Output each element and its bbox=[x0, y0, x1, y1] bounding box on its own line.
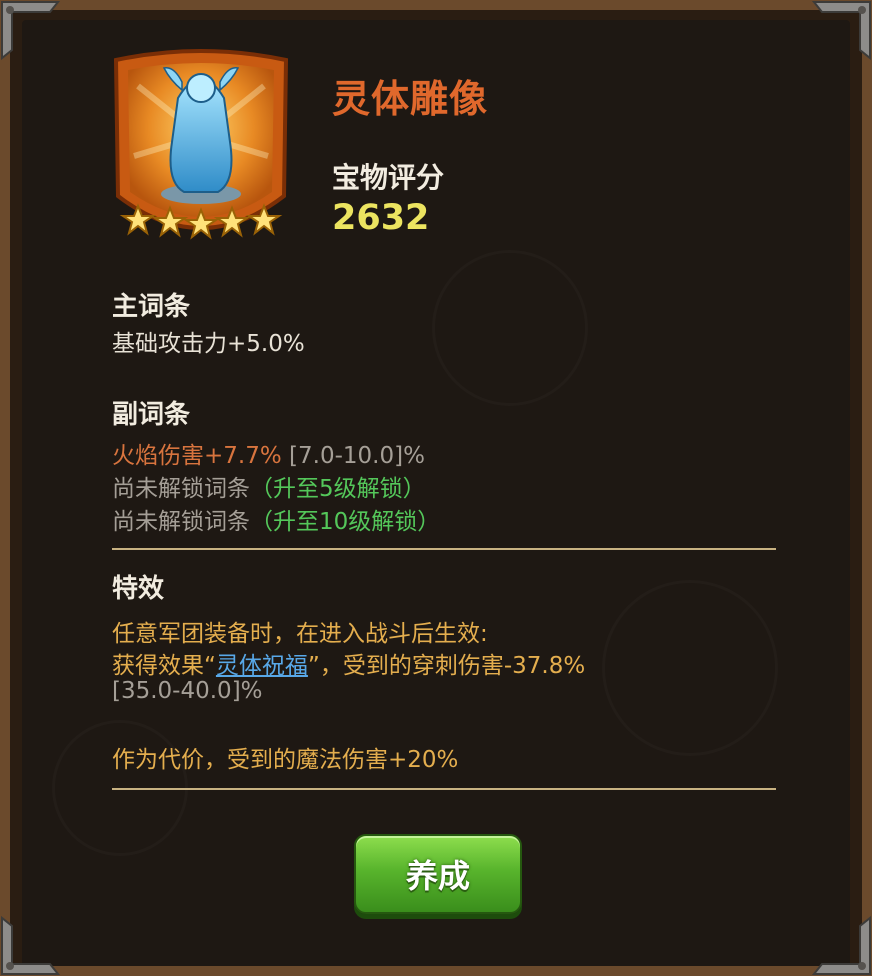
unlock-hint: （升至10级解锁） bbox=[250, 509, 441, 535]
background-pattern bbox=[602, 580, 778, 756]
spirit-statue-icon bbox=[113, 49, 289, 240]
corner-ornament bbox=[1, 1, 61, 61]
locked-affix-text: 尚未解锁词条 bbox=[112, 476, 250, 502]
item-name: 灵体雕像 bbox=[332, 77, 489, 121]
effect-line-2: 获得效果“灵体祝福”，受到的穿刺伤害-37.8% bbox=[112, 646, 585, 680]
corner-ornament bbox=[1, 915, 61, 975]
buff-link[interactable]: 灵体祝福 bbox=[216, 653, 308, 679]
score-value: 2632 bbox=[332, 198, 430, 238]
main-affix-title: 主词条 bbox=[112, 292, 191, 322]
sub-affix-line-2: 尚未解锁词条（升至5级解锁） bbox=[112, 469, 426, 503]
effect-line-1: 任意军团装备时，在进入战斗后生效: bbox=[112, 621, 488, 647]
corner-ornament bbox=[811, 915, 871, 975]
corner-ornament bbox=[811, 1, 871, 61]
quote-open: “ bbox=[204, 653, 216, 679]
unlock-hint: （升至5级解锁） bbox=[250, 476, 426, 502]
main-affix-value: 基础攻击力+5.0% bbox=[112, 331, 305, 357]
effect-cost: 作为代价，受到的魔法伤害+20% bbox=[112, 747, 459, 773]
sub-affix-title: 副词条 bbox=[112, 400, 191, 430]
dialog-frame: 灵体雕像 宝物评分 2632 主词条 基础攻击力+5.0% 副词条 火焰伤害+7… bbox=[0, 0, 872, 976]
locked-affix-text: 尚未解锁词条 bbox=[112, 509, 250, 535]
background-pattern bbox=[432, 250, 588, 406]
effect-text: ，受到的穿刺伤害-37.8% bbox=[319, 653, 586, 679]
sub-affix-value: 火焰伤害+7.7% bbox=[112, 443, 282, 469]
sub-affix-line-3: 尚未解锁词条（升至10级解锁） bbox=[112, 502, 440, 536]
train-button[interactable]: 养成 bbox=[354, 834, 522, 914]
quote-close: ” bbox=[307, 653, 320, 679]
effect-title: 特效 bbox=[112, 574, 165, 604]
section-divider bbox=[112, 548, 776, 550]
sub-affix-line-1: 火焰伤害+7.7% [7.0-10.0]% bbox=[112, 436, 425, 470]
score-label: 宝物评分 bbox=[332, 161, 445, 194]
sub-affix-range: [7.0-10.0]% bbox=[289, 443, 425, 469]
effect-text: 获得效果 bbox=[112, 653, 204, 679]
section-divider bbox=[112, 788, 776, 790]
effect-range: [35.0-40.0]% bbox=[112, 678, 263, 704]
